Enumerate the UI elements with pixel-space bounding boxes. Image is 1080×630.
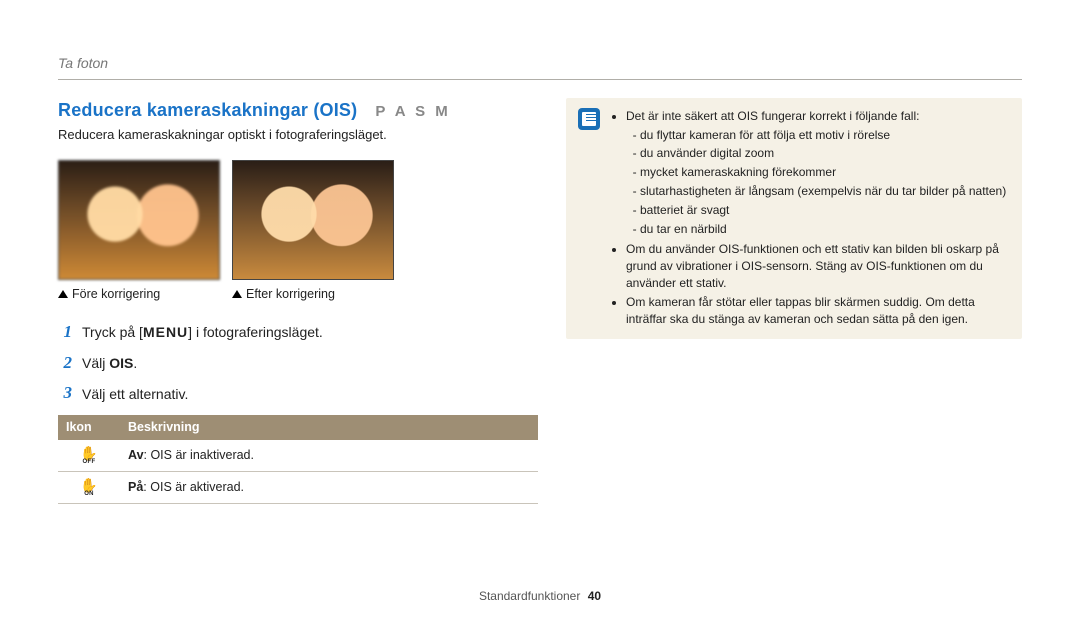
step-number: 1 [58,321,72,344]
step-number: 2 [58,352,72,375]
note-sub-item: du använder digital zoom [640,145,1008,162]
menu-button-label: MENU [143,324,188,340]
lead-text: Reducera kameraskakningar optiskt i foto… [58,126,538,144]
ois-on-icon: ✋ON [80,478,97,497]
row-1-rest: : OIS är aktiverad. [143,480,244,494]
row-1-strong: På [128,480,143,494]
table-row: ✋OFF Av: OIS är inaktiverad. [58,440,538,472]
caption-marker-icon [58,290,68,298]
step-2: Välj OIS. [82,354,137,373]
step-2-text-c: . [133,355,137,371]
step-list: 1 Tryck på [MENU] i fotograferingsläget.… [58,321,538,406]
before-caption: Före korrigering [72,286,160,303]
note-sub-item: slutarhastigheten är långsam (exempelvis… [640,183,1008,200]
after-caption: Efter korrigering [246,286,335,303]
footer-section: Standardfunktioner [479,589,580,603]
icon-sub-on: ON [84,491,94,497]
mode-indicator: P A S M [375,102,450,122]
step-2-text-a: Välj [82,355,109,371]
after-correction-image [232,160,394,280]
step-3: Välj ett alternativ. [82,385,188,404]
th-icon: Ikon [58,415,120,440]
caption-marker-icon [232,290,242,298]
note-bullet-2: Om du använder OIS-funktionen och ett st… [626,241,1008,291]
note-sub-item: du tar en närbild [640,221,1008,238]
note-box: Det är inte säkert att OIS fungerar korr… [566,98,1022,340]
step-1-text-a: Tryck på [ [82,324,143,340]
th-description: Beskrivning [120,415,538,440]
step-number: 3 [58,382,72,405]
note-content: Det är inte säkert att OIS fungerar korr… [610,108,1008,330]
step-1: Tryck på [MENU] i fotograferingsläget. [82,323,323,342]
breadcrumb: Ta foton [58,54,1022,80]
icon-sub-off: OFF [83,459,96,465]
section-heading: Reducera kameraskakningar (OIS) [58,98,357,122]
note-sub-item: mycket kameraskakning förekommer [640,164,1008,181]
options-table: Ikon Beskrivning ✋OFF Av: OIS är inaktiv… [58,415,538,504]
note-icon [578,108,600,130]
step-1-text-b: ] i fotograferingsläget. [188,324,323,340]
row-0-desc: Av: OIS är inaktiverad. [120,440,538,472]
footer-page-number: 40 [588,589,601,603]
row-0-strong: Av [128,448,144,462]
note-bullet-3: Om kameran får stötar eller tappas blir … [626,294,1008,328]
ois-off-icon: ✋OFF [80,446,97,465]
note-sub-item: batteriet är svagt [640,202,1008,219]
after-image-block: Efter korrigering [232,160,392,303]
row-0-rest: : OIS är inaktiverad. [144,448,254,462]
row-1-desc: På: OIS är aktiverad. [120,472,538,504]
before-image-block: Före korrigering [58,160,218,303]
page-footer: Standardfunktioner 40 [0,588,1080,604]
note-sub-item: du flyttar kameran för att följa ett mot… [640,127,1008,144]
step-2-option: OIS [109,355,133,371]
note-intro: Det är inte säkert att OIS fungerar korr… [626,109,919,123]
table-row: ✋ON På: OIS är aktiverad. [58,472,538,504]
before-correction-image [58,160,220,280]
